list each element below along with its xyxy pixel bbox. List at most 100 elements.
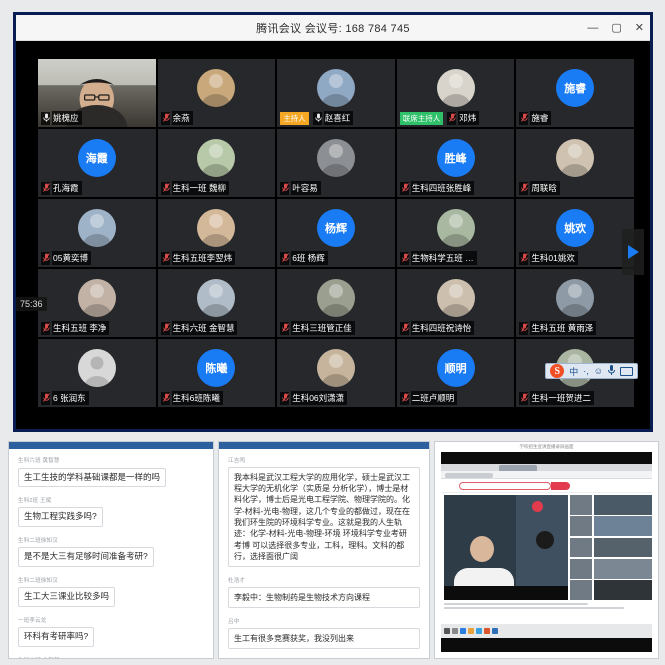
browser-urlbar[interactable] <box>441 471 652 479</box>
mic-icon <box>41 112 50 125</box>
participant-tile[interactable]: 陈曦生科6班陈曦 <box>158 339 276 407</box>
search-button[interactable] <box>551 482 570 490</box>
explorer-icon[interactable] <box>460 628 466 634</box>
browser-tabbar <box>441 464 652 471</box>
participant-name: 6 张润东 <box>52 391 89 405</box>
participant-tile[interactable]: 胜峰生科四班张胜峰 <box>397 129 515 197</box>
participant-tile[interactable]: 姚欢生科01姚欢 <box>516 199 634 267</box>
mic-muted-icon <box>280 182 289 195</box>
meta-line <box>444 607 624 609</box>
participant-namebar: 生科六班 金智慧 <box>161 321 238 335</box>
start-icon[interactable] <box>444 628 450 634</box>
answers-panel-header <box>219 442 429 449</box>
participant-tile[interactable]: 海霞孔海霞 <box>38 129 156 197</box>
title-line <box>444 603 588 605</box>
meeting-window: 腾讯会议 会议号: 168 784 745 — ▢ ✕ 姚槐应余燕主持人赵喜红联… <box>13 12 653 432</box>
avatar-photo <box>437 279 475 317</box>
participant-tile[interactable]: 05黄奕博 <box>38 199 156 267</box>
participant-namebar: 联席主持人 邓炜 <box>400 111 480 125</box>
participant-namebar: 6 张润东 <box>41 391 89 405</box>
thumbnail-participant[interactable] <box>594 559 652 579</box>
video-subtitle-bar <box>444 586 568 600</box>
participant-namebar: 主持人赵喜红 <box>280 111 353 125</box>
related-video-thumb[interactable] <box>570 559 592 579</box>
participant-name: 施睿 <box>530 111 551 125</box>
avatar-photo <box>197 139 235 177</box>
related-video-thumb[interactable] <box>570 495 592 515</box>
ime-punctuation-icon[interactable]: ·, <box>583 366 589 376</box>
mic-muted-icon <box>41 392 50 405</box>
avatar-photo <box>78 279 116 317</box>
participant-tile[interactable]: 生科五班 李净 <box>38 269 156 337</box>
qa-item: 一班李云龙环科有考研率吗? <box>18 616 204 647</box>
search-input[interactable] <box>459 482 551 490</box>
search-taskbar-icon[interactable] <box>452 628 458 634</box>
mic-muted-icon <box>41 322 50 335</box>
participant-name: 邓炜 <box>458 111 479 125</box>
answer-sender: 江吉闯 <box>228 456 420 464</box>
app-icon[interactable] <box>484 628 490 634</box>
minimize-icon[interactable]: — <box>587 23 598 34</box>
participant-name: 05黄奕博 <box>52 251 91 265</box>
related-video-thumb[interactable] <box>570 580 592 600</box>
participant-namebar: 生科01姚欢 <box>519 251 577 265</box>
browser-taskbar-icon[interactable] <box>476 628 482 634</box>
participant-tile[interactable]: 生科三班管正佳 <box>277 269 395 337</box>
cohost-badge: 联席主持人 <box>400 112 444 125</box>
participant-tile[interactable]: 生科五班李翌炜 <box>158 199 276 267</box>
participant-tile[interactable]: 生科六班 金智慧 <box>158 269 276 337</box>
close-icon[interactable]: ✕ <box>635 23 644 34</box>
related-video-list[interactable] <box>570 495 592 600</box>
thumbnail-participant[interactable] <box>594 538 652 558</box>
avatar-photo <box>197 279 235 317</box>
qa-panel: 生科六班 黄智慧生工生技的学科基础课都是一样的吗生科2班 王斌生物工程实践多吗?… <box>8 441 214 659</box>
keyboard-icon[interactable] <box>620 367 633 376</box>
avatar-initials: 陈曦 <box>197 349 235 387</box>
shared-browser-window <box>441 464 652 638</box>
maximize-icon[interactable]: ▢ <box>611 23 621 34</box>
ime-language-icon[interactable]: 中 <box>569 365 578 378</box>
thumbnail-participant[interactable] <box>594 580 652 600</box>
related-video-thumb[interactable] <box>570 516 592 536</box>
sogou-ime-toolbar[interactable]: S 中 ·, ☺ <box>545 363 638 379</box>
participant-tile[interactable]: 生科四班祝诗怡 <box>397 269 515 337</box>
participant-namebar: 生科三班管正佳 <box>280 321 355 335</box>
mic-muted-icon <box>280 322 289 335</box>
video-player[interactable] <box>444 495 568 600</box>
ime-emoji-icon[interactable]: ☺ <box>594 366 603 376</box>
meeting-taskbar-icon[interactable] <box>492 628 498 634</box>
ime-voice-icon[interactable] <box>608 365 615 377</box>
answer-item: 杜浩才李毅中：生物制药是生物技术方向课程 <box>228 576 420 608</box>
participant-tile[interactable]: 生科06刘潇潇 <box>277 339 395 407</box>
participant-tile[interactable]: 姚槐应 <box>38 59 156 127</box>
screen-share-panel: 学校招生宣讲直播录屏画面 <box>434 441 659 659</box>
thumbnail-participant[interactable] <box>594 516 652 536</box>
participant-tile[interactable]: 生物科学五班 … <box>397 199 515 267</box>
participant-tile[interactable]: 叶容易 <box>277 129 395 197</box>
folder-icon[interactable] <box>468 628 474 634</box>
participant-tile[interactable]: 杨辉6班 杨辉 <box>277 199 395 267</box>
participant-tile[interactable]: 联席主持人 邓炜 <box>397 59 515 127</box>
thumbnail-participant[interactable] <box>594 495 652 515</box>
avatar-initials: 施睿 <box>556 69 594 107</box>
participant-tile[interactable]: 生科一班 魏柳 <box>158 129 276 197</box>
participant-tile[interactable]: 施睿施睿 <box>516 59 634 127</box>
chevron-right-icon <box>626 244 640 260</box>
sogou-logo-icon[interactable]: S <box>550 364 564 378</box>
participant-tile[interactable]: 周联晗 <box>516 129 634 197</box>
avatar-photo <box>556 139 594 177</box>
answers-list: 江吉闯我本科是武汉工程大学的应用化学，硕士是武汉工程大学的无机化学（实质是 分析… <box>219 449 429 659</box>
play-icon[interactable] <box>532 501 543 512</box>
participant-name: 赵喜红 <box>324 111 354 125</box>
participant-namebar: 余燕 <box>161 111 193 125</box>
participant-tile[interactable]: 6 张润东 <box>38 339 156 407</box>
participant-tile[interactable]: 余燕 <box>158 59 276 127</box>
answer-sender: 杜浩才 <box>228 576 420 584</box>
participant-tile[interactable]: 生科五班 黄雨泽 <box>516 269 634 337</box>
qa-panel-header <box>9 442 213 449</box>
participant-tile[interactable]: 主持人赵喜红 <box>277 59 395 127</box>
related-video-thumb[interactable] <box>570 538 592 558</box>
next-page-button[interactable] <box>622 229 644 275</box>
mic-muted-icon <box>519 182 528 195</box>
participant-tile[interactable]: 顺明二班卢顺明 <box>397 339 515 407</box>
